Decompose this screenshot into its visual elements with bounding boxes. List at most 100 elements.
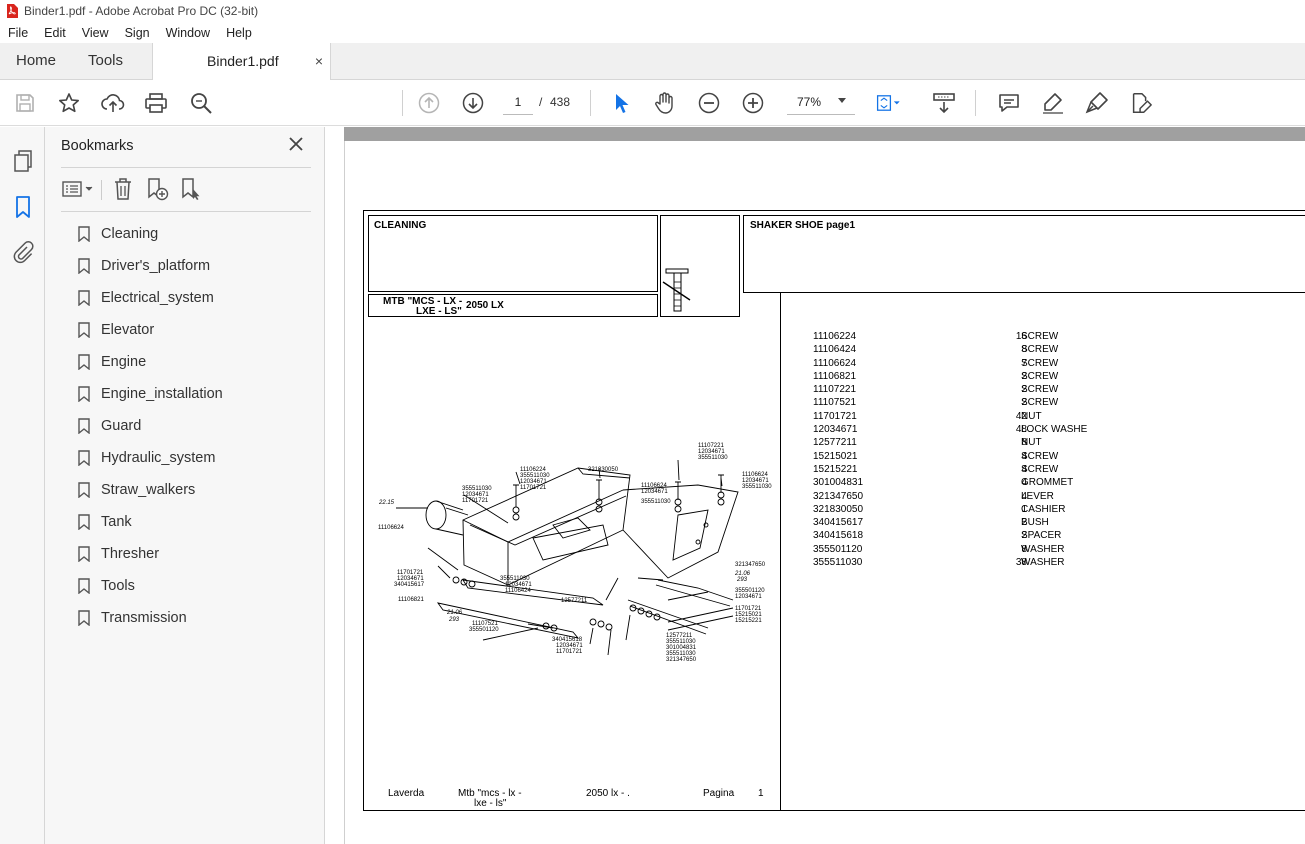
bookmark-item-transmission[interactable]: Transmission [78, 607, 187, 629]
bookmark-item-engine[interactable]: Engine [78, 351, 146, 373]
attachment-icon[interactable] [11, 240, 35, 264]
close-icon[interactable] [288, 136, 304, 152]
toolbar-divider [975, 90, 976, 116]
toolbar-divider [402, 90, 403, 116]
bookmark-item-straw-walkers[interactable]: Straw_walkers [78, 479, 195, 501]
toolbar [0, 80, 1305, 126]
bookmark-label: Engine_installation [101, 386, 223, 402]
tab-tools[interactable]: Tools [88, 43, 123, 79]
footer-code: 2050 lx - . [586, 788, 630, 799]
bookmark-label: Thresher [101, 546, 160, 562]
menu-window[interactable]: Window [158, 26, 218, 40]
panel-divider [61, 211, 311, 212]
bookmark-icon [78, 258, 90, 274]
bookmark-label: Cleaning [101, 226, 159, 242]
part-description: SCREW [1021, 357, 1059, 369]
save-icon[interactable] [13, 91, 37, 115]
menu-help[interactable]: Help [218, 26, 260, 40]
group-title: SHAKER SHOE page1 [750, 220, 856, 231]
left-rail [0, 127, 45, 844]
page-number-input[interactable]: 1 [503, 89, 533, 115]
footer-page-number: 1 [758, 788, 764, 799]
tab-close-icon[interactable]: × [315, 43, 323, 80]
diagram-label: 321830050 [588, 467, 619, 473]
add-bookmark-icon[interactable] [145, 177, 169, 201]
page-up-icon[interactable] [417, 91, 441, 115]
zoom-in-icon[interactable] [741, 91, 765, 115]
menu-file[interactable]: File [0, 26, 36, 40]
bookmark-item-hydraulic-system[interactable]: Hydraulic_system [78, 447, 215, 469]
bookmark-icon [78, 482, 90, 498]
fit-page-icon[interactable] [876, 91, 900, 115]
column-divider [780, 293, 781, 810]
part-number: 355501120 [813, 543, 863, 555]
edit-pdf-icon[interactable] [1129, 91, 1153, 115]
bookmark-icon [78, 578, 90, 594]
bookmark-label: Tools [101, 578, 135, 594]
part-number: 301004831 [813, 477, 864, 489]
part-description: SCREW [1021, 344, 1059, 356]
scroll-mode-icon[interactable] [932, 91, 956, 115]
bookmark-icon [78, 322, 90, 338]
bookmark-item-drivers-platform[interactable]: Driver's_platform [78, 255, 210, 277]
bookmark-panel-icon[interactable] [11, 195, 35, 219]
star-icon[interactable] [57, 91, 81, 115]
hand-icon[interactable] [653, 91, 677, 115]
part-description: SPACER [1021, 530, 1062, 542]
part-number: 355511030 [813, 557, 863, 569]
exploded-parts-diagram [396, 459, 739, 656]
bookmark-item-electrical-system[interactable]: Electrical_system [78, 287, 214, 309]
bookmark-label: Driver's_platform [101, 258, 211, 274]
search-zoom-icon[interactable] [189, 91, 213, 115]
menu-edit[interactable]: Edit [36, 26, 74, 40]
bookmark-label: Guard [101, 418, 142, 434]
bookmark-icon [78, 610, 90, 626]
part-description: NUT [1021, 437, 1042, 449]
highlight-icon[interactable] [1041, 91, 1065, 115]
delete-icon[interactable] [111, 177, 135, 201]
section-title: CLEANING [374, 220, 427, 231]
bookmark-item-elevator[interactable]: Elevator [78, 319, 154, 341]
diagram-label: 15215221 [735, 618, 762, 624]
sign-icon[interactable] [1085, 91, 1109, 115]
footer-brand: Laverda [388, 788, 425, 799]
bookmark-icon [78, 386, 90, 402]
diagram-label: 321347650 [735, 562, 766, 568]
bookmark-icon [78, 418, 90, 434]
part-description: LOCK WASHE [1021, 424, 1088, 436]
part-number: 11106224 [813, 331, 857, 342]
diagram-label: 11106624 [378, 525, 404, 531]
page-down-icon[interactable] [461, 91, 485, 115]
tab-home[interactable]: Home [16, 43, 56, 79]
select-cursor-icon[interactable] [609, 91, 633, 115]
zoom-out-icon[interactable] [697, 91, 721, 115]
diagram-label: 340415617 [394, 582, 425, 588]
part-number: 11106424 [813, 344, 857, 356]
comment-icon[interactable] [997, 91, 1021, 115]
diagram-label: 11701721 [462, 498, 489, 504]
part-description: LEVER [1021, 490, 1054, 502]
bookmark-item-tools[interactable]: Tools [78, 575, 135, 597]
zoom-dropdown-icon[interactable] [838, 98, 846, 103]
bookmark-item-guard[interactable]: Guard [78, 415, 141, 437]
part-number: 321830050 [813, 503, 864, 515]
pages-thumbnail-icon[interactable] [11, 149, 35, 173]
menu-sign[interactable]: Sign [117, 26, 158, 40]
upload-icon[interactable] [101, 91, 125, 115]
menu-view[interactable]: View [74, 26, 117, 40]
part-description: SCREW [1021, 384, 1059, 396]
part-number: 15215221 [813, 463, 858, 475]
bookmark-item-cleaning[interactable]: Cleaning [78, 223, 158, 245]
bookmark-label: Tank [101, 514, 132, 530]
bookmark-label: Electrical_system [101, 290, 214, 306]
page-top-gap [344, 127, 1305, 141]
bookmark-item-thresher[interactable]: Thresher [78, 543, 159, 565]
print-icon[interactable] [144, 91, 168, 115]
tab-document[interactable]: Binder1.pdf × [152, 43, 331, 80]
menu-bar: File Edit View Sign Window Help [0, 22, 1305, 43]
part-description: SCREW [1021, 370, 1059, 382]
bookmark-item-tank[interactable]: Tank [78, 511, 132, 533]
bookmark-item-engine-installation[interactable]: Engine_installation [78, 383, 223, 405]
options-menu-icon[interactable] [61, 177, 95, 201]
bookmark-search-icon[interactable] [179, 177, 203, 201]
